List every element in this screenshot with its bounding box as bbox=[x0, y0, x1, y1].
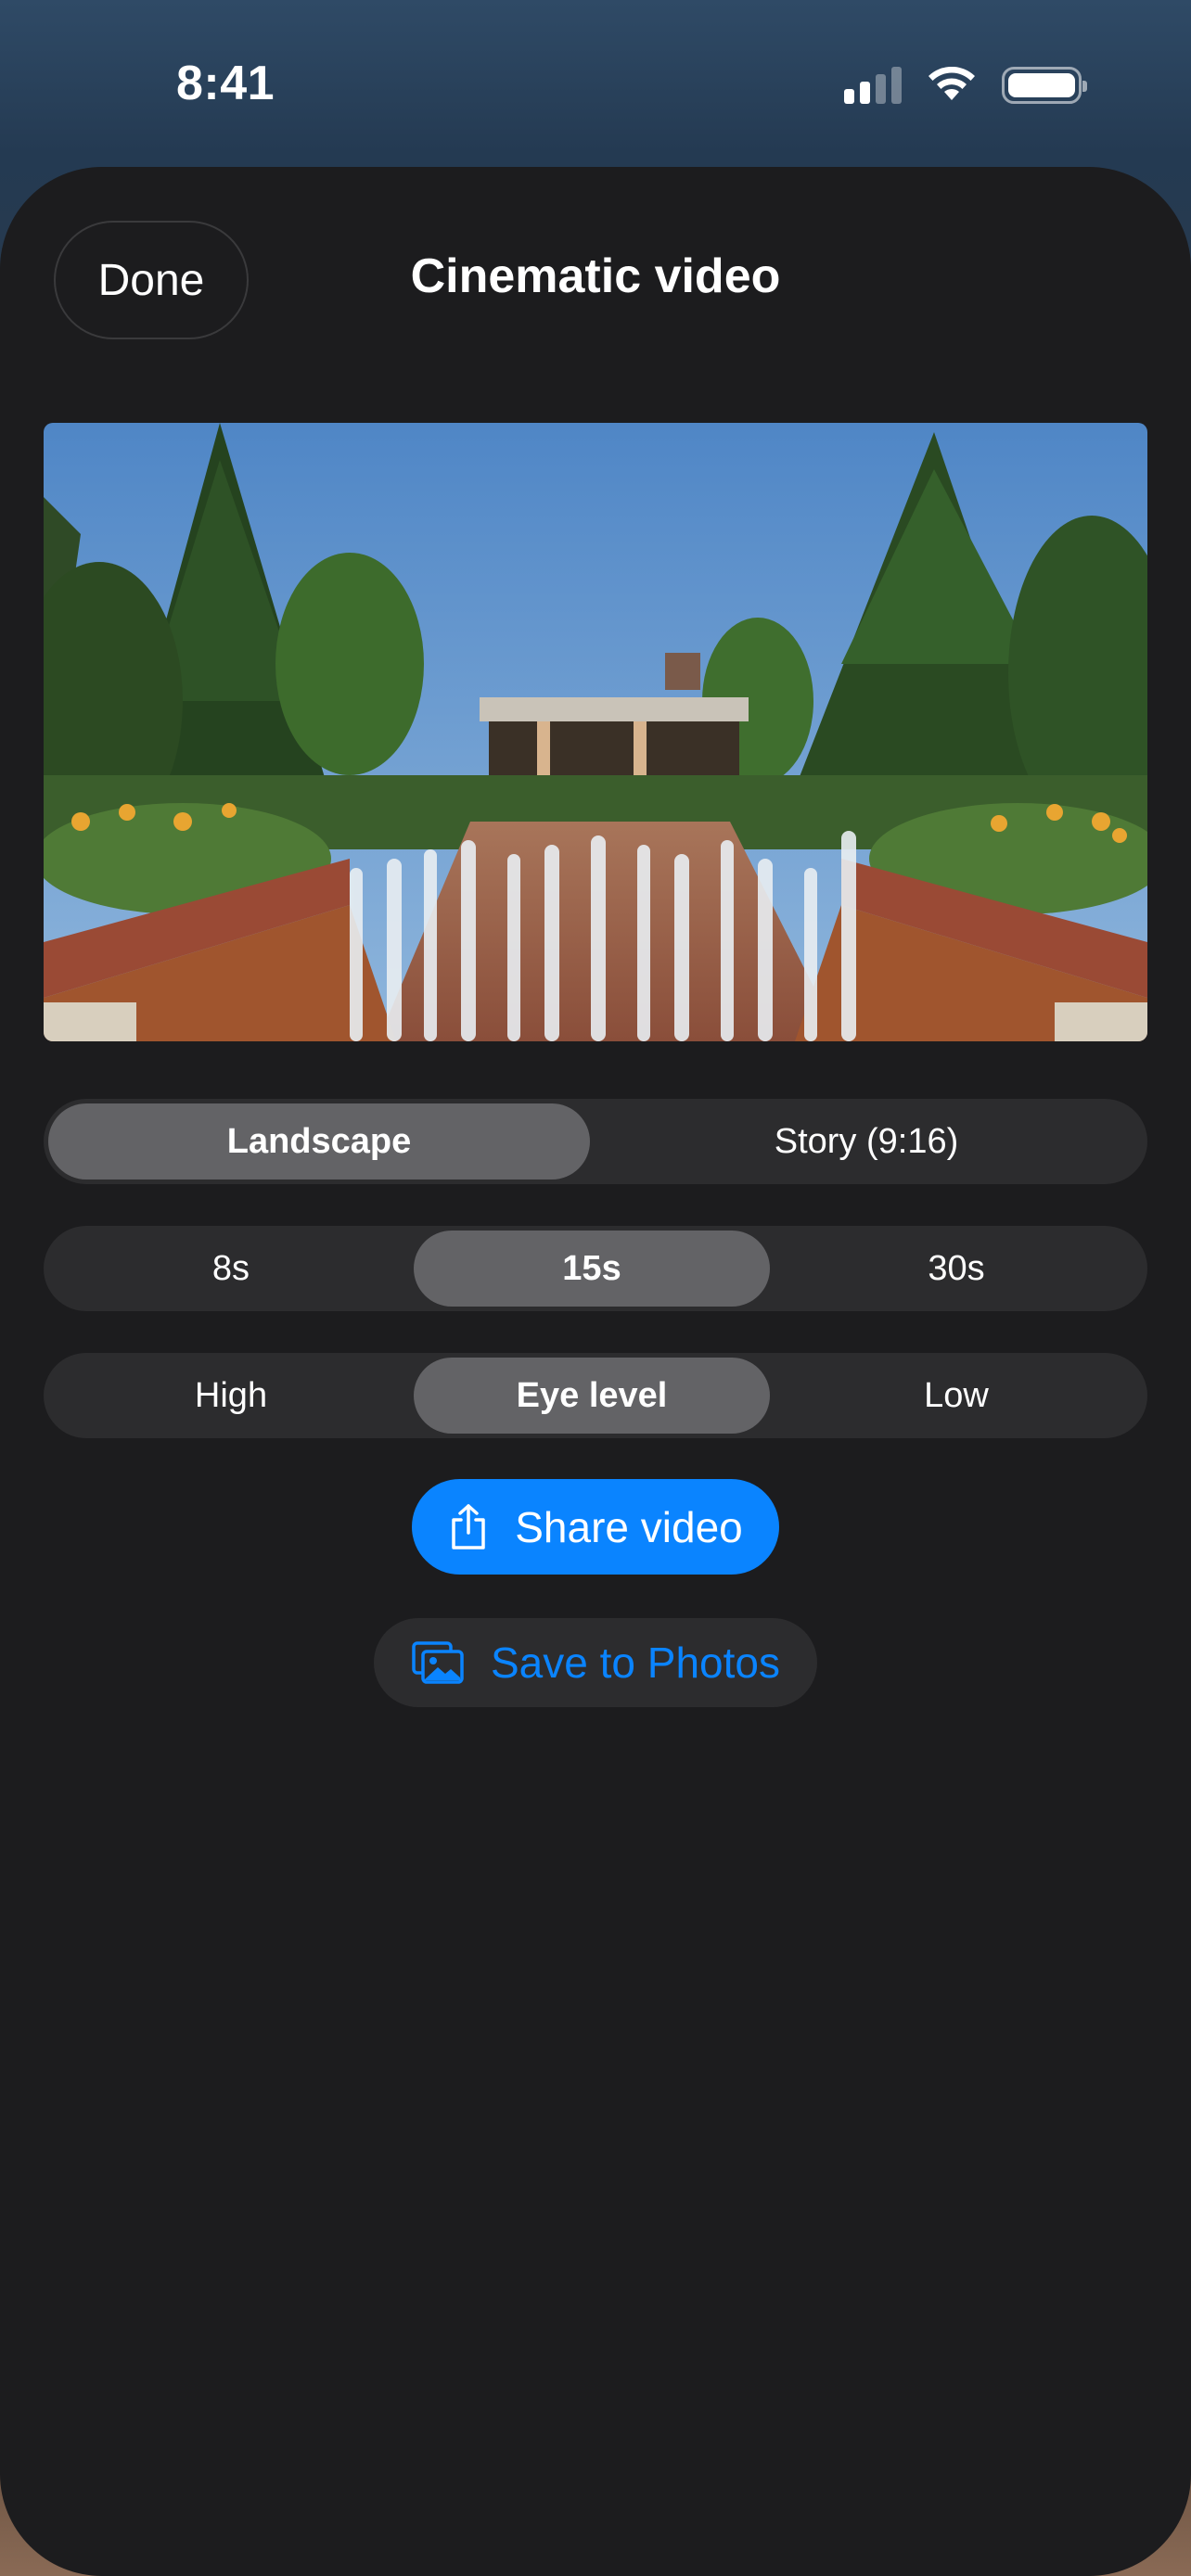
share-video-label: Share video bbox=[515, 1502, 743, 1551]
segment-15s[interactable]: 15s bbox=[414, 1231, 770, 1307]
segment-high[interactable]: High bbox=[48, 1358, 414, 1434]
duration-segmented-control: 8s 15s 30s bbox=[44, 1226, 1147, 1311]
segment-landscape[interactable]: Landscape bbox=[48, 1103, 590, 1180]
segment-story[interactable]: Story (9:16) bbox=[590, 1103, 1143, 1180]
save-to-photos-label: Save to Photos bbox=[491, 1639, 780, 1687]
status-bar: 8:41 bbox=[0, 0, 1191, 167]
camera-height-segmented-control: High Eye level Low bbox=[44, 1353, 1147, 1438]
share-video-button[interactable]: Share video bbox=[412, 1479, 779, 1575]
segment-low[interactable]: Low bbox=[770, 1358, 1143, 1434]
battery-icon bbox=[1002, 67, 1087, 104]
video-preview[interactable] bbox=[44, 423, 1147, 1041]
sheet-title: Cinematic video bbox=[410, 249, 781, 303]
cellular-signal-icon bbox=[844, 67, 902, 104]
status-time: 8:41 bbox=[176, 57, 275, 110]
garden-fountain-photo bbox=[44, 423, 1147, 1041]
segment-30s[interactable]: 30s bbox=[770, 1231, 1143, 1307]
segment-eye-level[interactable]: Eye level bbox=[414, 1358, 770, 1434]
segment-8s[interactable]: 8s bbox=[48, 1231, 414, 1307]
done-button[interactable]: Done bbox=[54, 221, 249, 339]
save-to-photos-button[interactable]: Save to Photos bbox=[374, 1618, 817, 1707]
format-segmented-control: Landscape Story (9:16) bbox=[44, 1099, 1147, 1184]
photos-icon bbox=[411, 1640, 465, 1685]
share-icon bbox=[448, 1503, 489, 1551]
wifi-icon bbox=[928, 67, 975, 100]
status-icons bbox=[844, 65, 1087, 106]
